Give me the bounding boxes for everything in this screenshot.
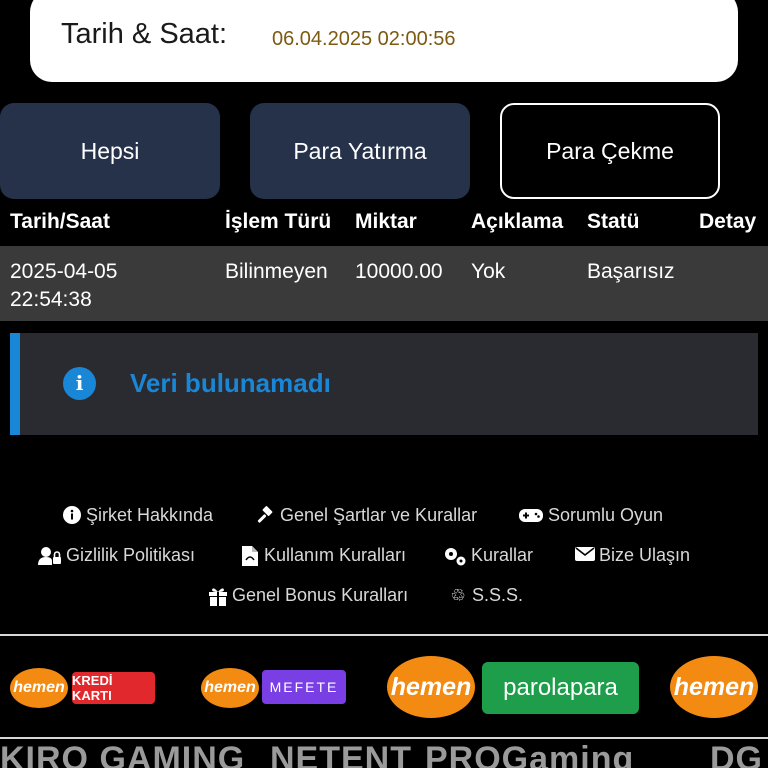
footer-link-contact-label: Bize Ulaşın <box>599 545 691 565</box>
provider-logo-dg: DG <box>710 740 763 768</box>
col-header-detail: Detay <box>699 210 757 233</box>
tab-withdrawal[interactable]: Para Çekme <box>500 103 720 199</box>
hemen-logo: hemen <box>670 656 758 718</box>
footer-link-responsible-gaming[interactable]: Sorumlu Oyun <box>518 505 663 526</box>
envelope-icon <box>575 546 595 566</box>
footer-divider-top <box>0 634 768 636</box>
user-lock-icon <box>38 546 62 566</box>
footer-link-privacy-label: Gizlilik Politikası <box>66 545 196 565</box>
col-header-type: İşlem Türü <box>225 210 332 233</box>
footer-link-usage-rules[interactable]: Kullanım Kuralları <box>240 545 406 566</box>
parolapara-logo: parolapara <box>482 662 639 714</box>
datetime-value: 06.04.2025 02:00:56 <box>272 28 456 50</box>
datetime-card: Tarih & Saat: 06.04.2025 02:00:56 <box>30 0 738 82</box>
info-icon: i <box>63 367 96 400</box>
col-header-description: Açıklama <box>471 210 564 233</box>
hemen-logo: hemen <box>387 656 475 718</box>
footer-link-faq[interactable]: ♲ S.S.S. <box>448 585 523 606</box>
footer-link-bonus-rules-label: Genel Bonus Kuralları <box>232 585 409 605</box>
cell-type: Bilinmeyen <box>225 260 328 283</box>
cell-date-time: 22:54:38 <box>10 288 92 311</box>
no-data-message: Veri bulunamadı <box>130 368 331 398</box>
file-pdf-icon <box>240 545 260 566</box>
provider-logo-progaming: PROGaming <box>425 740 635 768</box>
footer-link-contact[interactable]: Bize Ulaşın <box>575 545 690 566</box>
footer-link-terms[interactable]: Genel Şartlar ve Kurallar <box>256 505 477 526</box>
footer-link-faq-label: S.S.S. <box>472 585 524 605</box>
hemen-logo: hemen <box>10 668 68 708</box>
tab-deposit[interactable]: Para Yatırma <box>250 103 470 199</box>
footer-link-responsible-gaming-label: Sorumlu Oyun <box>548 505 664 525</box>
footer-link-terms-label: Genel Şartlar ve Kurallar <box>280 505 478 525</box>
hemen-logo: hemen <box>201 668 259 708</box>
tab-all[interactable]: Hepsi <box>0 103 220 199</box>
datetime-label: Tarih & Saat: <box>61 18 228 50</box>
info-circle-icon <box>62 505 82 526</box>
footer-link-about[interactable]: Şirket Hakkında <box>62 505 213 526</box>
col-header-date: Tarih/Saat <box>10 210 110 233</box>
cell-date-day: 2025-04-05 <box>10 260 118 283</box>
provider-logo-kiro: KIRO GAMING <box>0 740 246 768</box>
cell-status: Başarısız <box>587 260 675 283</box>
footer-link-bonus-rules[interactable]: Genel Bonus Kuralları <box>208 585 408 606</box>
gift-icon <box>208 586 228 606</box>
footer-link-privacy[interactable]: Gizlilik Politikası <box>38 545 195 566</box>
mefete-logo: MEFETE <box>262 670 346 704</box>
cell-description: Yok <box>471 260 506 283</box>
credit-card-logo: KREDİ KARTI <box>72 672 155 704</box>
gavel-icon <box>256 505 276 526</box>
recycle-icon: ♲ <box>450 585 466 605</box>
footer-link-rules[interactable]: Kurallar <box>443 545 533 566</box>
cogs-icon <box>443 546 467 566</box>
provider-logo-netent: NETENT <box>270 740 412 768</box>
col-header-status: Statü <box>587 210 640 233</box>
footer-link-usage-rules-label: Kullanım Kuralları <box>264 545 407 565</box>
footer-divider-bottom <box>0 737 768 739</box>
cell-date: 2025-04-05 22:54:38 <box>10 258 117 314</box>
no-data-alert: i Veri bulunamadı <box>10 333 758 435</box>
cell-amount: 10000.00 <box>355 260 443 283</box>
footer-link-about-label: Şirket Hakkında <box>86 505 214 525</box>
gamepad-icon <box>518 506 544 526</box>
footer-link-rules-label: Kurallar <box>471 545 534 565</box>
col-header-amount: Miktar <box>355 210 417 233</box>
